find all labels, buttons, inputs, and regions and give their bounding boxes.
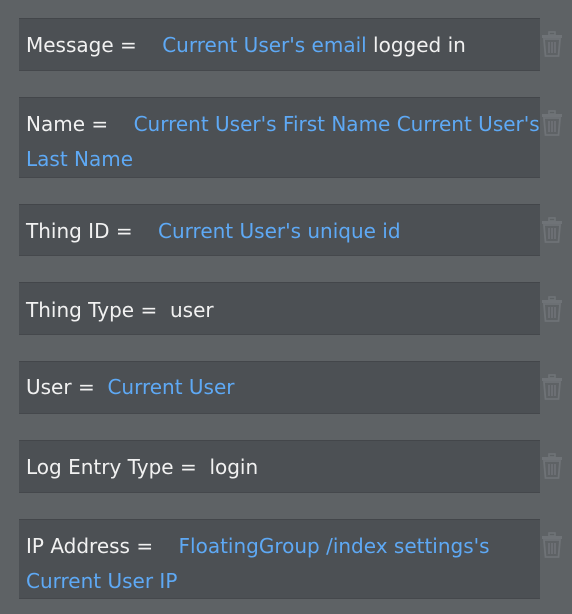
- field-key-label: Log Entry Type: [26, 455, 174, 479]
- field-row-thing-id[interactable]: Thing ID = Current User's unique id: [19, 204, 540, 256]
- trash-icon[interactable]: [541, 110, 563, 136]
- field-key-label: IP Address: [26, 534, 130, 558]
- dynamic-expression[interactable]: Current User's unique id: [158, 219, 401, 243]
- equals-sign: =: [129, 534, 179, 558]
- field-row-name[interactable]: Name = Current User's First Name Current…: [19, 97, 540, 178]
- equals-sign: =: [85, 112, 134, 136]
- dynamic-expression[interactable]: Current User's email: [162, 33, 367, 57]
- field-row-user[interactable]: User = Current User: [19, 361, 540, 414]
- trash-icon[interactable]: [541, 453, 563, 479]
- trash-icon[interactable]: [541, 374, 563, 400]
- dynamic-expression[interactable]: Last Name: [26, 147, 133, 171]
- field-key-label: Message: [26, 33, 114, 57]
- field-row-message[interactable]: Message = Current User's email logged in: [19, 18, 540, 71]
- equals-sign: =: [173, 455, 210, 479]
- equals-sign: =: [134, 298, 170, 322]
- dynamic-expression[interactable]: Current User IP: [26, 569, 177, 593]
- static-text[interactable]: logged in: [367, 33, 466, 57]
- dynamic-expression[interactable]: Current User's First Name Current User's: [134, 112, 540, 136]
- field-key-label: Name: [26, 112, 86, 136]
- trash-icon[interactable]: [541, 217, 563, 243]
- trash-icon[interactable]: [541, 31, 563, 57]
- field-row-thing-type[interactable]: Thing Type = user: [19, 282, 540, 335]
- static-text[interactable]: user: [170, 298, 214, 322]
- equals-sign: =: [109, 219, 159, 243]
- static-text[interactable]: login: [209, 455, 258, 479]
- field-row-log-entry-type[interactable]: Log Entry Type = login: [19, 440, 540, 493]
- field-key-label: User: [26, 375, 72, 399]
- dynamic-expression[interactable]: Current User: [107, 375, 234, 399]
- field-key-label: Thing ID: [26, 219, 110, 243]
- equals-sign: =: [113, 33, 163, 57]
- trash-icon[interactable]: [541, 532, 563, 558]
- dynamic-expression[interactable]: FloatingGroup /index settings's: [179, 534, 490, 558]
- trash-icon[interactable]: [541, 296, 563, 322]
- equals-sign: =: [71, 375, 108, 399]
- field-row-ip-address[interactable]: IP Address = FloatingGroup /index settin…: [19, 519, 540, 599]
- field-key-label: Thing Type: [26, 298, 135, 322]
